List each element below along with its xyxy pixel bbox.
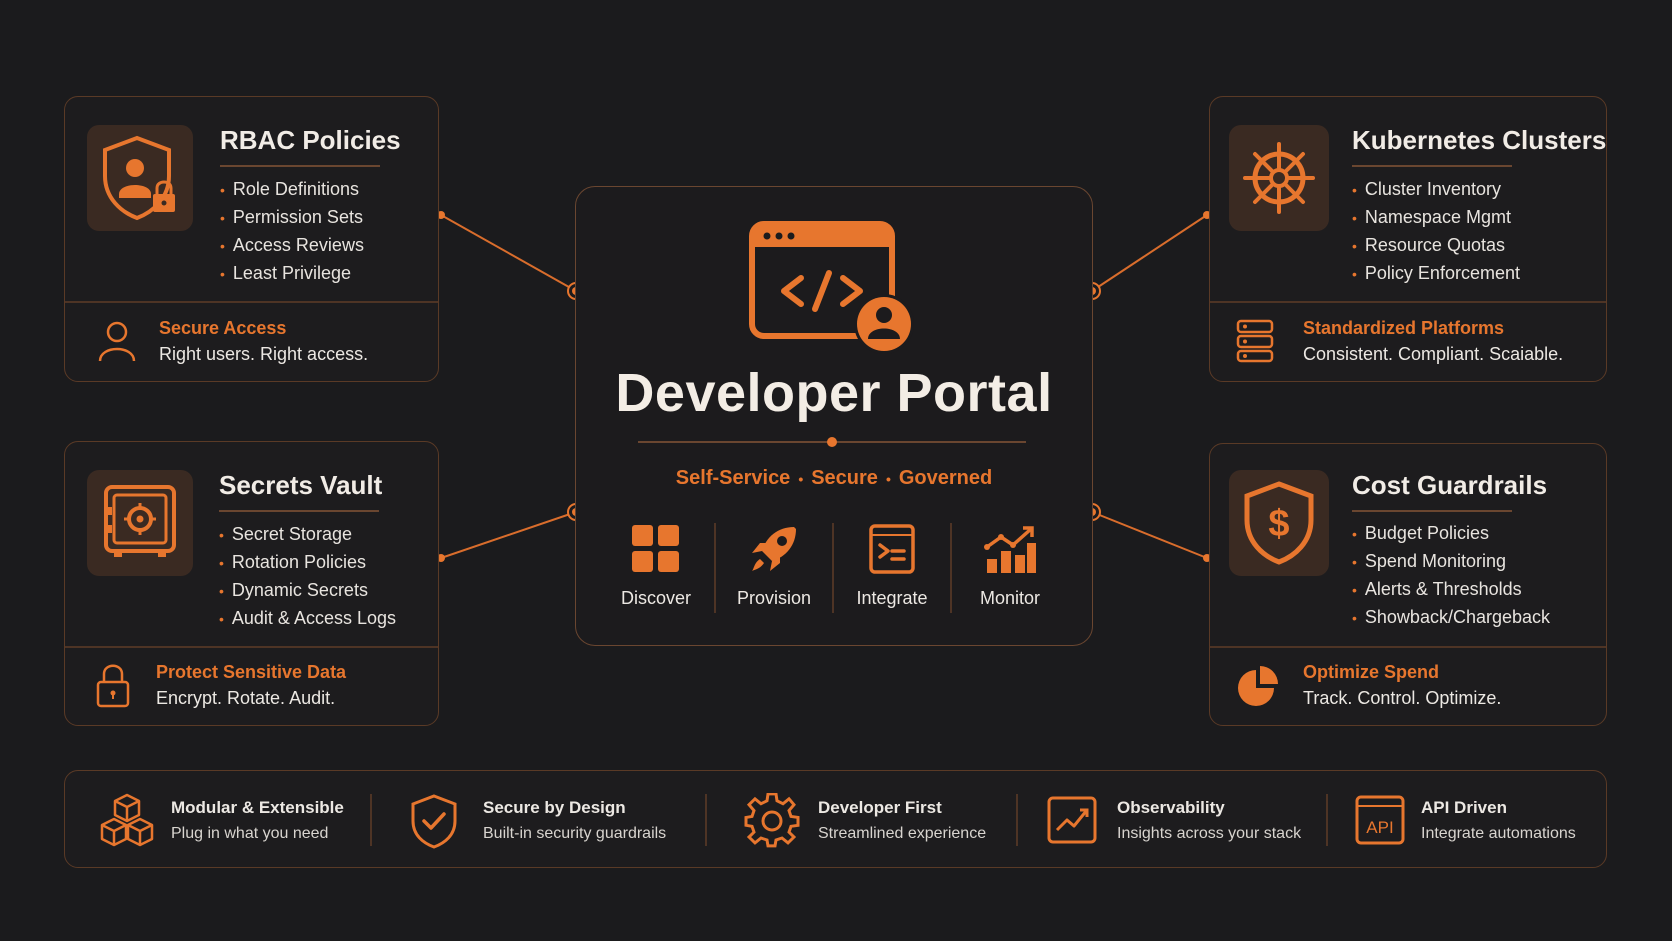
- list-item: • Budget Policies: [1352, 523, 1489, 543]
- feature-subtitle: Insights across your stack: [1117, 825, 1302, 842]
- action-separator: [950, 523, 952, 613]
- tagline: Self-Service • Secure • Governed: [675, 467, 993, 489]
- card-divider: [1210, 646, 1606, 648]
- footer-title: Optimize Spend: [1303, 662, 1440, 682]
- card-divider: [65, 646, 438, 648]
- title-underline: [1352, 510, 1512, 512]
- bullet-list: • Role Definitions • Permission Sets • Acce…: [220, 176, 364, 288]
- footer-subtitle: Consistent. Compliant. Scaiable.: [1303, 344, 1564, 364]
- feature-title: Observability: [1117, 798, 1225, 817]
- list-item: • Rotation Policies: [219, 552, 366, 572]
- api-icon: API: [1355, 795, 1405, 845]
- action-separator: [832, 523, 834, 613]
- list-item: • Cluster Inventory: [1352, 179, 1501, 199]
- list-item: • Namespace Mgmt: [1352, 207, 1511, 227]
- footer-subtitle: Right users. Right access.: [159, 344, 369, 364]
- tagline-self-service: Self-Service: [675, 467, 791, 489]
- card-title: Cost Guardrails: [1352, 470, 1548, 500]
- title-underline: [1352, 165, 1512, 167]
- list-item: • Permission Sets: [220, 207, 363, 227]
- list-item: • Alerts & Thresholds: [1352, 579, 1522, 599]
- list-item: • Least Privilege: [220, 263, 351, 283]
- bullet-list: • Secret Storage • Rotation Policies • Dyna…: [219, 521, 396, 633]
- footer-title: Protect Sensitive Data: [156, 662, 347, 682]
- portal-title: Developer Portal: [615, 363, 1053, 423]
- action-label: Monitor: [979, 588, 1041, 608]
- list-item: • Spend Monitoring: [1352, 551, 1506, 571]
- cost-guardrails-card: $ Cost Guardrails • Budget Policies • Spen…: [1209, 443, 1607, 726]
- secrets-vault-card: Secrets Vault • Secret Storage • Rotation …: [64, 441, 439, 726]
- card-divider: [65, 301, 438, 303]
- tagline-governed: Governed: [898, 467, 993, 489]
- user-shield-lock-icon: [87, 125, 193, 231]
- feature-title: Modular & Extensible: [171, 798, 344, 817]
- feature-secure-design: Secure by Design Built-in security guard…: [371, 771, 704, 869]
- code-window-user-icon: [749, 221, 919, 362]
- padlock-icon: [95, 662, 131, 708]
- feature-title: Developer First: [818, 798, 942, 817]
- gear-icon: [744, 793, 800, 848]
- card-title: Kubernetes Clusters: [1352, 125, 1607, 155]
- bar-trend-icon: [984, 526, 1036, 573]
- integrate-action[interactable]: Integrate: [837, 523, 947, 609]
- feature-subtitle: Integrate automations: [1421, 825, 1576, 842]
- server-stack-icon: [1236, 319, 1274, 363]
- rocket-icon: [752, 527, 796, 571]
- title-underline: [220, 165, 380, 167]
- bullet-list: • Cluster Inventory • Namespace Mgmt • Reso…: [1352, 176, 1520, 288]
- feature-observability: Observability Insights across your stack: [1017, 771, 1322, 869]
- action-label: Discover: [620, 588, 691, 608]
- feature-subtitle: Built-in security guardrails: [483, 825, 667, 842]
- action-label: Provision: [736, 588, 812, 608]
- cubes-icon: [100, 793, 154, 847]
- title-divider: [638, 437, 1026, 447]
- card-title: Secrets Vault: [219, 470, 383, 500]
- rbac-policies-card: RBAC Policies • Role Definitions • Permiss…: [64, 96, 439, 382]
- svg-text:API: API: [1366, 818, 1393, 837]
- feature-developer-first: Developer First Streamlined experience: [706, 771, 1011, 869]
- feature-api-driven: API API Driven Integrate automations: [1327, 771, 1607, 869]
- footer-subtitle: Encrypt. Rotate. Audit.: [156, 688, 336, 708]
- list-item: • Policy Enforcement: [1352, 263, 1520, 283]
- footer-title: Secure Access: [159, 318, 287, 338]
- terminal-icon: [869, 524, 915, 574]
- card-divider: [1210, 301, 1606, 303]
- shield-check-icon: [411, 794, 457, 849]
- discover-action[interactable]: Discover: [601, 523, 711, 609]
- feature-modular: Modular & Extensible Plug in what you ne…: [65, 771, 370, 869]
- feature-subtitle: Streamlined experience: [818, 825, 987, 842]
- action-label: Integrate: [856, 588, 928, 608]
- feature-title: API Driven: [1421, 798, 1507, 817]
- developer-portal-panel: Developer Portal Self-Service • Secure • Gov…: [575, 186, 1093, 646]
- list-item: • Access Reviews: [220, 235, 364, 255]
- chart-icon: [1047, 796, 1097, 844]
- helm-wheel-icon: [1229, 125, 1329, 231]
- title-underline: [219, 510, 379, 512]
- tagline-secure: Secure: [811, 467, 878, 489]
- footer-subtitle: Track. Control. Optimize.: [1303, 688, 1502, 708]
- list-item: • Audit & Access Logs: [219, 608, 396, 628]
- footer-title: Standardized Platforms: [1303, 318, 1505, 338]
- user-outline-icon: [97, 319, 137, 363]
- list-item: • Showback/Chargeback: [1352, 607, 1551, 627]
- list-item: • Secret Storage: [219, 524, 352, 544]
- grid-icon: [632, 525, 679, 572]
- list-item: • Resource Quotas: [1352, 235, 1505, 255]
- action-separator: [714, 523, 716, 613]
- svg-text:$: $: [1268, 503, 1289, 545]
- monitor-action[interactable]: Monitor: [955, 523, 1065, 609]
- pie-chart-icon: [1236, 664, 1280, 708]
- card-title: RBAC Policies: [220, 125, 401, 155]
- dollar-shield-icon: $: [1229, 470, 1329, 576]
- feature-subtitle: Plug in what you need: [171, 825, 329, 842]
- provision-action[interactable]: Provision: [719, 523, 829, 609]
- features-bar: Modular & Extensible Plug in what you ne…: [64, 770, 1607, 868]
- vault-safe-icon: [87, 470, 193, 576]
- feature-title: Secure by Design: [483, 798, 626, 817]
- kubernetes-clusters-card: Kubernetes Clusters • Cluster Inventory •…: [1209, 96, 1607, 382]
- bullet-list: • Budget Policies • Spend Monitoring • Aler…: [1352, 520, 1550, 632]
- list-item: • Role Definitions: [220, 179, 359, 199]
- list-item: • Dynamic Secrets: [219, 580, 368, 600]
